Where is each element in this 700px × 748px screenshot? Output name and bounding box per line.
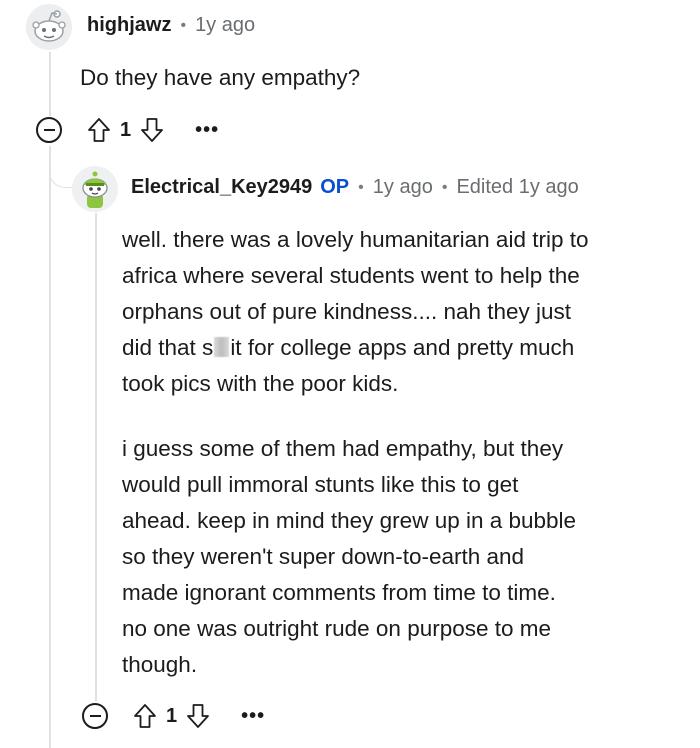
comment-paragraph: i guess some of them had empathy, but th… [122, 436, 577, 677]
avatar[interactable] [72, 166, 118, 212]
green-snoo-avatar-icon [72, 166, 118, 212]
collapse-button[interactable] [36, 117, 62, 143]
comment-body: Do they have any empathy? [80, 60, 360, 96]
avatar[interactable] [26, 4, 72, 50]
op-badge: OP [320, 176, 350, 198]
collapse-button[interactable] [82, 703, 108, 729]
separator-dot: • [358, 178, 364, 196]
more-options-button[interactable]: ••• [241, 705, 265, 728]
edited-label: Edited 1y ago [456, 176, 579, 198]
timestamp[interactable]: 1y ago [195, 14, 255, 37]
upvote-icon[interactable] [132, 701, 158, 731]
thread-line-outer-lower [49, 146, 51, 748]
author-name[interactable]: highjawz [87, 14, 171, 37]
author-name[interactable]: Electrical_Key2949 [131, 176, 312, 199]
thread-line-inner [95, 213, 97, 701]
separator-dot: • [180, 16, 187, 34]
vote-count: 1 [166, 704, 178, 727]
snoo-avatar-icon [26, 4, 72, 50]
comment-actions: 1 ••• [36, 115, 219, 145]
downvote-icon[interactable] [139, 115, 165, 145]
timestamp[interactable]: 1y ago [373, 176, 433, 199]
downvote-icon[interactable] [185, 701, 211, 731]
more-options-button[interactable]: ••• [195, 119, 219, 142]
upvote-icon[interactable] [86, 115, 112, 145]
comment-meta: highjawz • 1y ago [87, 14, 255, 37]
comment-body: well. there was a lovely humanitarian ai… [122, 222, 692, 683]
vote-count: 1 [120, 118, 132, 141]
censor-blur [214, 337, 230, 357]
comment-text: Do they have any empathy? [80, 65, 361, 90]
comment-actions: 1 ••• [82, 701, 265, 731]
thread-line-outer [49, 52, 51, 116]
separator-dot: • [441, 178, 448, 196]
comment-paragraph: well. there was a lovely humanitarian ai… [122, 222, 692, 402]
comment-meta: Electrical_Key2949 OP • 1y ago • Edited … [131, 176, 579, 199]
thread-branch-curve [49, 146, 75, 188]
